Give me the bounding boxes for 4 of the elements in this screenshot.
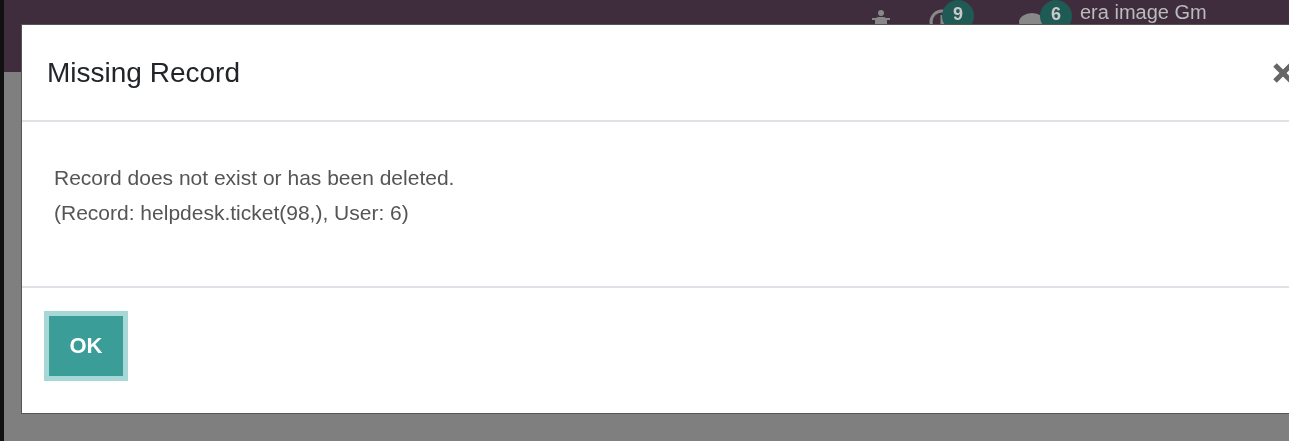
message-text: (Record: helpdesk.ticket(98,), User: 6): [54, 201, 409, 224]
dialog-title: Missing Record: [47, 56, 240, 89]
message-text: Record does not exist or has been deleted.: [54, 166, 455, 189]
user-name[interactable]: era image Gm: [1080, 1, 1207, 23]
